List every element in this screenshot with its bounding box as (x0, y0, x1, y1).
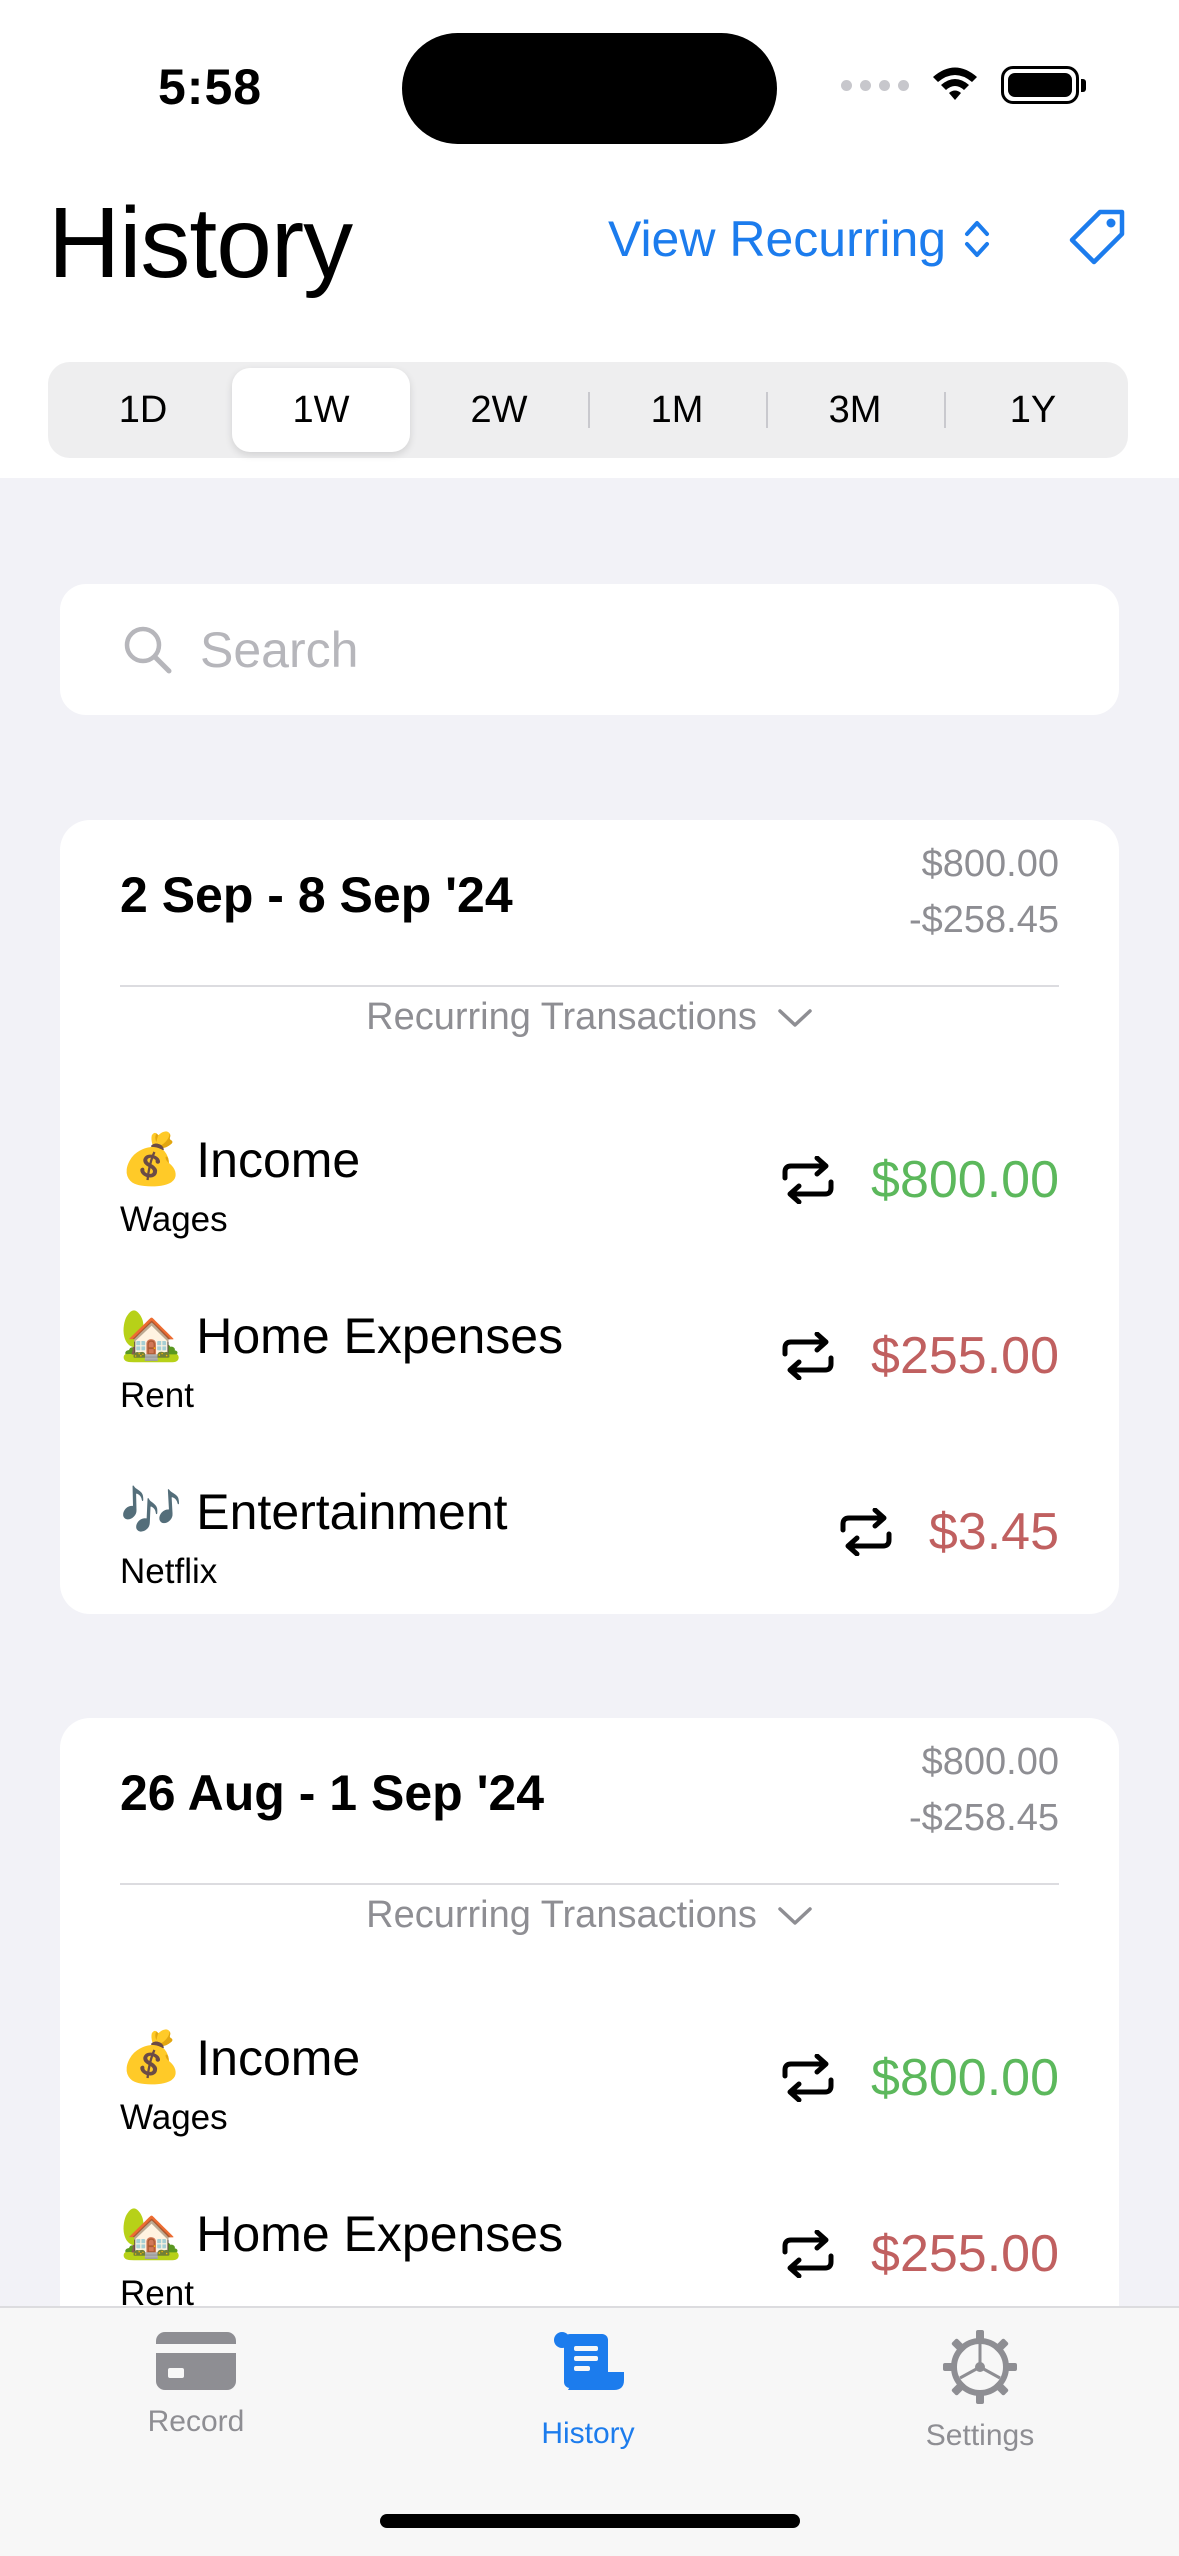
week-card-header: 2 Sep - 8 Sep '24 $800.00 -$258.45 (120, 820, 1059, 986)
category-name: Income (196, 1131, 361, 1188)
category-name: Home Expenses (196, 1307, 564, 1364)
week-card-header: 26 Aug - 1 Sep '24 $800.00 -$258.45 (120, 1718, 1059, 1884)
recurring-transactions-label: Recurring Transactions (366, 996, 757, 1038)
view-recurring-button[interactable]: View Recurring (608, 210, 992, 268)
dynamic-island (402, 33, 777, 144)
expense-total: -$258.45 (908, 899, 1059, 941)
header-area: 5:58 History View Recurring 1D 1W 2W 1M 3M 1Y (0, 0, 1179, 478)
repeat-icon (782, 2230, 834, 2278)
transaction-row[interactable]: 💰 Income Wages $800.00 (120, 2018, 1059, 2168)
divider (120, 1883, 1059, 1885)
category-emoji: 🏡 (120, 2205, 183, 2261)
search-icon (124, 626, 172, 673)
transaction-note: Wages (120, 2098, 228, 2137)
battery-icon (1001, 66, 1086, 104)
period-1w[interactable]: 1W (232, 368, 410, 452)
search-input[interactable]: Search (200, 621, 358, 679)
transaction-amount-group: $800.00 (779, 2048, 1059, 2108)
transaction-category: 🎶 Entertainment (120, 1482, 508, 1541)
chevron-down-icon (778, 1906, 812, 1925)
tab-record-label: Record (147, 2405, 245, 2438)
income-total: $800.00 (921, 843, 1059, 885)
view-recurring-label: View Recurring (608, 211, 947, 267)
status-time: 5:58 (158, 59, 263, 115)
search-bar[interactable]: Search (60, 584, 1119, 715)
recurring-transactions-toggle[interactable]: Recurring Transactions (60, 996, 1119, 1039)
category-name: Home Expenses (196, 2205, 564, 2262)
transaction-amount: $255.00 (871, 1327, 1059, 1385)
chevron-down-icon (778, 1008, 812, 1027)
scroll-icon (554, 2332, 624, 2390)
transaction-category: 💰 Income (120, 2028, 360, 2087)
transaction-amount-group: $255.00 (779, 2224, 1059, 2284)
gear-icon (943, 2330, 1017, 2404)
period-1y[interactable]: 1Y (944, 368, 1122, 452)
expense-total: -$258.45 (908, 1797, 1059, 1839)
repeat-icon (840, 1508, 892, 1556)
recurring-transactions-label: Recurring Transactions (366, 1894, 757, 1936)
week-totals: $800.00 -$258.45 (909, 836, 1059, 948)
transaction-amount-group: $800.00 (779, 1150, 1059, 1210)
transaction-row[interactable]: 🏡 Home Expenses Rent $255.00 (120, 1296, 1059, 1446)
repeat-icon (782, 2054, 834, 2102)
transaction-amount-group: $255.00 (779, 1326, 1059, 1386)
card-icon (156, 2332, 236, 2390)
home-indicator (380, 2514, 800, 2528)
tab-record[interactable]: Record (96, 2328, 296, 2439)
status-icons (841, 66, 1086, 104)
category-emoji: 💰 (120, 2029, 183, 2085)
category-emoji: 🏡 (120, 1307, 183, 1363)
wifi-icon (933, 67, 977, 100)
tab-history[interactable]: History (488, 2328, 688, 2451)
transaction-row[interactable]: 💰 Income Wages $800.00 (120, 1120, 1059, 1270)
period-1m[interactable]: 1M (588, 368, 766, 452)
week-card: 2 Sep - 8 Sep '24 $800.00 -$258.45 Recurrin… (60, 820, 1119, 1614)
tab-bar: Record History Settings (0, 2306, 1179, 2556)
recurring-transactions-toggle[interactable]: Recurring Transactions (60, 1894, 1119, 1937)
category-emoji: 🎶 (120, 1483, 183, 1539)
transaction-category: 🏡 Home Expenses (120, 2204, 563, 2263)
transaction-category: 🏡 Home Expenses (120, 1306, 563, 1365)
transaction-amount: $255.00 (871, 2225, 1059, 2283)
transaction-row[interactable]: 🎶 Entertainment Netflix $3.45 (120, 1472, 1059, 1614)
transaction-category: 💰 Income (120, 1130, 360, 1189)
period-2w[interactable]: 2W (410, 368, 588, 452)
repeat-icon (782, 1156, 834, 1204)
category-emoji: 💰 (120, 1131, 183, 1187)
transaction-amount: $800.00 (871, 2049, 1059, 2107)
income-total: $800.00 (921, 1741, 1059, 1783)
transaction-amount-group: $3.45 (837, 1502, 1059, 1562)
transaction-note: Wages (120, 1200, 228, 1239)
repeat-icon (782, 1332, 834, 1380)
period-3m[interactable]: 3M (766, 368, 944, 452)
tab-history-label: History (541, 2417, 635, 2450)
week-range: 26 Aug - 1 Sep '24 (120, 1765, 545, 1821)
transaction-amount: $800.00 (871, 1151, 1059, 1209)
tab-settings-label: Settings (925, 2419, 1035, 2452)
category-name: Entertainment (196, 1483, 508, 1540)
transaction-note: Netflix (120, 1552, 218, 1591)
period-1d[interactable]: 1D (54, 368, 232, 452)
cellular-signal-icon (841, 79, 909, 91)
tab-settings[interactable]: Settings (880, 2328, 1080, 2453)
period-selector: 1D 1W 2W 1M 3M 1Y (48, 362, 1128, 458)
category-name: Income (196, 2029, 361, 2086)
transaction-note: Rent (120, 1376, 194, 1415)
page-title: History (48, 187, 353, 299)
tag-icon[interactable] (1066, 206, 1128, 268)
week-totals: $800.00 -$258.45 (909, 1734, 1059, 1846)
week-range: 2 Sep - 8 Sep '24 (120, 867, 513, 923)
transaction-amount: $3.45 (928, 1503, 1059, 1561)
chevron-up-down-icon (965, 221, 990, 257)
divider (120, 985, 1059, 987)
